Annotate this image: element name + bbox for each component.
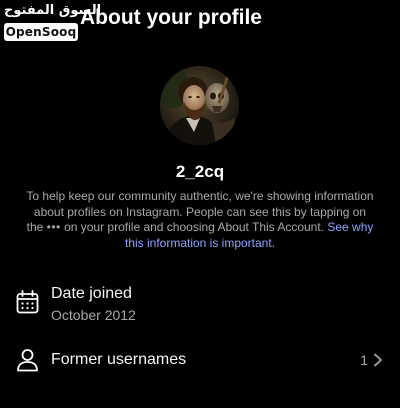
watermark-arabic-text: السوق المفتوح — [4, 3, 102, 18]
opensooq-watermark: السوق المفتوح OpenSooq — [4, 3, 102, 41]
person-icon — [16, 348, 39, 377]
date-joined-label: Date joined — [51, 285, 132, 302]
about-profile-screen: السوق المفتوح OpenSooq About your profil… — [0, 0, 400, 408]
profile-username: 2_2cq — [175, 162, 225, 181]
more-options-dots-icon: ••• — [46, 220, 61, 234]
date-joined-value: October 2012 — [51, 307, 136, 323]
info-paragraph: To help keep our community authentic, we… — [26, 189, 374, 251]
info-text-part-2: on your profile and choosing About This … — [60, 220, 328, 234]
former-usernames-label: Former usernames — [51, 351, 187, 368]
page-title: About your profile — [80, 6, 262, 29]
former-usernames-row[interactable]: Former usernames 1 — [0, 342, 400, 378]
profile-avatar[interactable] — [160, 66, 239, 145]
calendar-icon — [16, 290, 39, 319]
avatar-portrait-image — [160, 66, 239, 145]
date-joined-row: Date joined October 2012 — [0, 282, 400, 328]
chevron-right-icon[interactable] — [373, 353, 383, 372]
former-usernames-count: 1 — [360, 352, 368, 368]
watermark-latin-text: OpenSooq — [4, 23, 78, 41]
